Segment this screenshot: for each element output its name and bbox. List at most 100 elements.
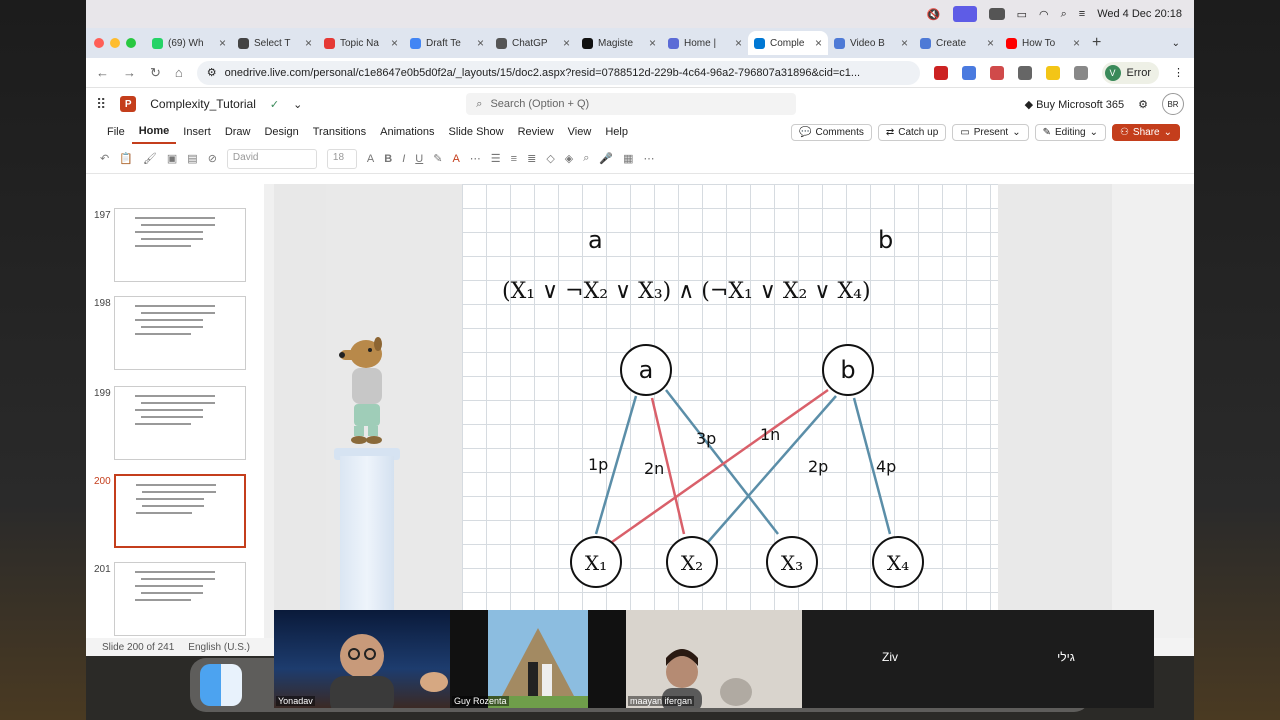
spotlight-icon[interactable]: ⌕ — [1061, 8, 1067, 21]
bitcoin-extension-icon[interactable] — [1045, 65, 1060, 80]
hide-slide-icon[interactable]: ⊘ — [208, 152, 217, 165]
user-avatar[interactable]: BR — [1162, 93, 1184, 115]
close-window-button[interactable] — [94, 38, 104, 48]
wifi-icon[interactable]: ◠ — [1039, 8, 1049, 21]
participant-tile-3[interactable]: Ziv — [802, 610, 978, 708]
shapes-icon[interactable]: ◇ — [546, 152, 554, 165]
back-icon[interactable]: ← — [96, 65, 109, 80]
browser-tab-9[interactable]: Create × — [914, 31, 1000, 55]
language-status[interactable]: English (U.S.) — [188, 642, 250, 653]
menubar-datetime[interactable]: Wed 4 Dec 20:18 — [1097, 8, 1182, 20]
paste-icon[interactable]: 📋 — [119, 152, 133, 165]
ribbon-tab-transitions[interactable]: Transitions — [306, 120, 373, 144]
tab-close-icon[interactable]: × — [477, 36, 484, 50]
settings-gear-icon[interactable]: ⚙ — [1138, 98, 1148, 111]
editing-mode-button[interactable]: ✎ Editing ⌄ — [1034, 123, 1106, 141]
tab-close-icon[interactable]: × — [305, 36, 312, 50]
present-button[interactable]: ▭ Present ⌄ — [952, 123, 1029, 141]
browser-tab-7[interactable]: Comple × — [748, 31, 828, 55]
ribbon-tab-home[interactable]: Home — [131, 120, 177, 144]
browser-tab-5[interactable]: Magiste × — [576, 31, 662, 55]
app-launcher-icon[interactable]: ⠿ — [96, 96, 106, 113]
more-options-icon[interactable]: ⋯ — [644, 152, 655, 165]
browser-tab-0[interactable]: (69) Wh × — [146, 31, 232, 55]
grow-font-icon[interactable]: A — [367, 153, 374, 165]
slide-thumbnail-201[interactable]: 201 — [94, 562, 254, 638]
bullets-icon[interactable]: ☰ — [491, 152, 501, 165]
comments-button[interactable]: 💬 Comments — [791, 123, 872, 141]
ribbon-tab-design[interactable]: Design — [257, 120, 305, 144]
highlight-icon[interactable]: ✎ — [433, 152, 442, 165]
ribbon-tab-insert[interactable]: Insert — [176, 120, 218, 144]
slide-thumbnail-200[interactable]: 200 — [94, 474, 254, 552]
browser-tab-4[interactable]: ChatGP × — [490, 31, 576, 55]
tab-close-icon[interactable]: × — [391, 36, 398, 50]
finder-icon[interactable] — [200, 664, 242, 706]
minimize-window-button[interactable] — [110, 38, 120, 48]
reload-icon[interactable]: ↻ — [150, 65, 161, 81]
image-extension-icon[interactable] — [989, 65, 1004, 80]
home-icon[interactable]: ⌂ — [175, 65, 183, 80]
numbering-icon[interactable]: ≡ — [511, 153, 517, 165]
zoom-window-button[interactable] — [126, 38, 136, 48]
align-icon[interactable]: ≣ — [527, 152, 536, 165]
buy-microsoft-button[interactable]: ◆ Buy Microsoft 365 — [1025, 98, 1125, 111]
ribbon-tab-help[interactable]: Help — [598, 120, 635, 144]
slide-thumbnail-197[interactable]: 197 — [94, 208, 254, 286]
browser-tab-10[interactable]: How To × — [1000, 31, 1086, 55]
app-menu-icon[interactable] — [988, 8, 1005, 20]
control-center-icon[interactable]: ≡ — [1079, 8, 1085, 20]
opera-extension-icon[interactable] — [933, 65, 948, 80]
ribbon-tab-slide-show[interactable]: Slide Show — [442, 120, 511, 144]
screen-share-icon[interactable] — [952, 6, 977, 22]
font-color-icon[interactable]: A — [452, 153, 459, 165]
participant-tile-0[interactable]: Yonadav — [274, 610, 450, 708]
italic-icon[interactable]: I — [402, 153, 405, 165]
search-input[interactable]: ⌕ Search (Option + Q) — [466, 93, 797, 115]
font-size-field[interactable]: 18 — [326, 148, 357, 169]
url-field[interactable]: ⚙ onedrive.live.com/personal/c1e8647e0b5… — [196, 60, 920, 85]
translate-extension-icon[interactable] — [961, 65, 976, 80]
participant-tile-2[interactable]: maayan ifergan — [626, 610, 802, 708]
more-font-icon[interactable]: ⋯ — [470, 152, 481, 165]
dictate-icon[interactable]: 🎤 — [599, 152, 613, 165]
browser-tab-8[interactable]: Video B × — [828, 31, 914, 55]
browser-tab-1[interactable]: Select T × — [232, 31, 318, 55]
tab-close-icon[interactable]: × — [219, 36, 226, 50]
right-scroll-pane[interactable] — [1112, 184, 1194, 638]
tab-close-icon[interactable]: × — [987, 36, 994, 50]
profile-error-button[interactable]: V Error — [1101, 61, 1159, 84]
ribbon-tab-draw[interactable]: Draw — [218, 120, 258, 144]
tab-close-icon[interactable]: × — [649, 36, 656, 50]
ribbon-tab-review[interactable]: Review — [511, 120, 561, 144]
new-tab-button[interactable]: + — [1092, 34, 1101, 52]
format-painter-icon[interactable]: 🖌 — [143, 152, 157, 165]
browser-tab-6[interactable]: Home | × — [662, 31, 748, 55]
designer-icon[interactable]: ▦ — [623, 152, 633, 165]
current-slide[interactable]: a b (X₁ ∨ ¬X₂ ∨ X₃) ∧ (¬X₁ ∨ X₂ ∨ X₄) a … — [326, 184, 1110, 638]
catch-up-button[interactable]: ⇄ Catch up — [877, 123, 947, 141]
tab-close-icon[interactable]: × — [815, 36, 822, 50]
find-icon[interactable]: ⌕ — [583, 152, 589, 165]
extensions-puzzle-icon[interactable] — [1073, 65, 1088, 80]
tab-close-icon[interactable]: × — [901, 36, 908, 50]
tab-close-icon[interactable]: × — [563, 36, 570, 50]
title-chevron-icon[interactable]: ⌄ — [293, 98, 302, 111]
browser-tab-2[interactable]: Topic Na × — [318, 31, 404, 55]
browser-menu-icon[interactable]: ⋮ — [1173, 66, 1184, 79]
forward-icon[interactable]: → — [123, 65, 136, 80]
underline-icon[interactable]: U — [415, 153, 423, 165]
site-info-icon[interactable]: ⚙ — [207, 66, 217, 79]
tab-close-icon[interactable]: × — [1073, 36, 1080, 50]
participant-tile-1[interactable]: Guy Rozenta — [450, 610, 626, 708]
bold-icon[interactable]: B — [384, 153, 392, 165]
browser-tab-3[interactable]: Draft Te × — [404, 31, 490, 55]
slide-thumbnail-199[interactable]: 199 — [94, 386, 254, 464]
participant-tile-4[interactable]: גילי — [978, 610, 1154, 708]
tab-close-icon[interactable]: × — [735, 36, 742, 50]
camera-extension-icon[interactable] — [1017, 65, 1032, 80]
battery-icon[interactable]: ▭ — [1017, 8, 1027, 21]
ribbon-tab-file[interactable]: File — [100, 120, 132, 144]
mute-icon[interactable]: 🔇 — [927, 8, 941, 21]
fill-icon[interactable]: ◈ — [565, 152, 573, 165]
